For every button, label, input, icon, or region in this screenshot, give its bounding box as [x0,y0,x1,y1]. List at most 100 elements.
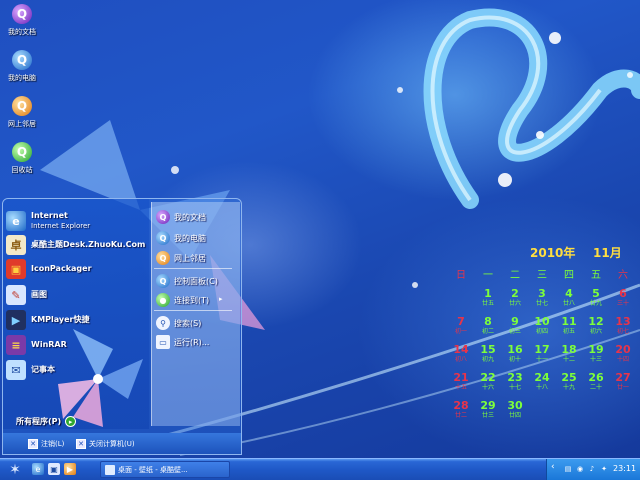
calendar-day-number: 18 [561,343,577,356]
calendar-day[interactable]: 20 十四 [610,344,636,364]
calendar-day[interactable]: 9 初三 [502,316,528,336]
calendar-day[interactable]: 29 廿三 [475,400,501,420]
calendar-weekday: 四 [564,270,574,281]
calendar-day-number: 16 [507,343,523,356]
calendar-day-number: 23 [507,371,523,384]
ie-quicklaunch-icon[interactable]: e [32,463,44,475]
start-item-winrar[interactable]: ≡ WinRAR [6,334,67,356]
calendar-lunar-date: 十八 [535,384,548,391]
start-button[interactable]: ✶ [2,460,28,479]
calendar-day-number: 7 [457,315,465,328]
calendar-weekday: 五 [591,270,601,281]
start-right-my-documents[interactable]: Q 我的文档 [156,208,206,226]
notepad-icon: ✉ [6,360,26,380]
calendar-day[interactable]: 15 初九 [475,344,501,364]
calendar-day[interactable]: 12 初六 [583,316,609,336]
calendar-day-number: 25 [561,371,577,384]
desktop-icon-network[interactable]: Q 网上邻居 [2,96,42,129]
calendar-day[interactable]: 4 廿八 [556,288,582,308]
my-documents-icon: Q [12,4,32,24]
desktop-icon-recycle-bin[interactable]: Q 回收站 [2,142,42,175]
theme-icon: 卓 [6,235,26,255]
shutdown-button[interactable]: ✕ 关闭计算机(U) [76,439,135,449]
start-right-network[interactable]: Q 网上邻居 [156,249,206,267]
start-right-label: 控制面板(C) [174,276,218,286]
logoff-button[interactable]: ✕ 注销(L) [28,439,64,449]
calendar-day[interactable]: 22 十六 [475,372,501,392]
calendar-month: 11月 [593,246,622,260]
calendar-day-number: 15 [480,343,496,356]
media-quicklaunch-icon[interactable]: ▶ [64,463,76,475]
calendar-day[interactable]: 28 廿二 [448,400,474,420]
tray-volume-icon[interactable]: ♪ [587,464,597,474]
all-programs-label: 所有程序(P) [16,417,62,426]
calendar-lunar-date: 初五 [562,328,575,335]
start-right-run[interactable]: ▭ 运行(R)... [156,333,209,351]
calendar-day[interactable]: 6 三十 [610,288,636,308]
tray-keyboard-icon[interactable]: ▤ [563,464,573,474]
calendar-day[interactable]: 18 十二 [556,344,582,364]
start-item-paint[interactable]: ✎ 画图 [6,284,47,306]
calendar-day[interactable]: 1 廿五 [475,288,501,308]
calendar-day-number: 4 [565,287,573,300]
calendar-lunar-date: 初六 [589,328,602,335]
calendar-day[interactable]: 14 初八 [448,344,474,364]
taskbar-window-button[interactable]: 桌面 - 壁纸 - 桌酷壁... [100,461,230,478]
calendar-day[interactable]: 19 十三 [583,344,609,364]
calendar-lunar-date: 初十 [508,356,521,363]
calendar-day[interactable]: 5 廿九 [583,288,609,308]
all-programs-button[interactable]: 所有程序(P) ▸ [16,416,77,427]
system-tray: ‹ ▤ ◉ ♪ ✦ 23:11 [546,459,640,480]
start-item-iconpackager[interactable]: ▣ IconPackager [6,258,92,280]
calendar-day[interactable]: 26 二十 [583,372,609,392]
calendar-day-number: 3 [538,287,546,300]
windows-logo-icon: ✶ [9,461,21,478]
start-right-search[interactable]: ⚲ 搜索(S) [156,314,201,332]
calendar-day[interactable]: 27 廿一 [610,372,636,392]
run-icon: ▭ [156,335,170,349]
show-desktop-icon[interactable]: ▣ [48,463,60,475]
calendar-day[interactable]: 16 初十 [502,344,528,364]
start-item-internet[interactable]: e Internet Internet Explorer [6,210,90,232]
calendar-day[interactable]: 30 廿四 [502,400,528,420]
start-item-notepad[interactable]: ✉ 记事本 [6,359,55,381]
calendar-day[interactable]: 13 初七 [610,316,636,336]
start-right-my-computer[interactable]: Q 我的电脑 [156,229,206,247]
calendar-day[interactable]: 24 十八 [529,372,555,392]
calendar-day[interactable]: 25 十九 [556,372,582,392]
chevron-left-icon[interactable]: ‹ [551,462,555,472]
calendar-day[interactable]: 2 廿六 [502,288,528,308]
start-right-connect-to[interactable]: ● 连接到(T) [156,291,209,309]
start-right-control-panel[interactable]: Q 控制面板(C) [156,272,218,290]
calendar-weekday: 三 [537,270,547,281]
start-right-label: 我的文档 [174,212,206,222]
folder-icon [105,464,115,475]
start-item-title: KMPlayer快捷 [31,315,90,324]
desktop-icon-my-computer[interactable]: Q 我的电脑 [2,50,42,83]
clock[interactable]: 23:11 [613,464,636,473]
start-right-label: 搜索(S) [174,318,202,328]
search-icon: ⚲ [156,316,170,330]
calendar-day[interactable]: 3 廿七 [529,288,555,308]
calendar-day-number: 30 [507,399,523,412]
calendar-day[interactable]: 7 初一 [448,316,474,336]
calendar-day[interactable]: 10 初四 [529,316,555,336]
tray-app-icon[interactable]: ✦ [599,464,609,474]
calendar-day[interactable]: 17 十一 [529,344,555,364]
internet-explorer-icon: e [6,211,26,231]
calendar-lunar-date: 初七 [616,328,629,335]
tray-network-icon[interactable]: ◉ [575,464,585,474]
calendar-lunar-date: 十一 [535,356,548,363]
calendar-day-number: 1 [484,287,492,300]
calendar-day[interactable]: 11 初五 [556,316,582,336]
calendar-day[interactable]: 21 十五 [448,372,474,392]
start-item-theme[interactable]: 卓 桌酷主题Desk.ZhuoKu.Com [6,234,145,256]
calendar-lunar-date: 廿九 [589,300,602,307]
desktop-icon-my-documents[interactable]: Q 我的文档 [2,4,42,37]
start-item-kmplayer[interactable]: ▶ KMPlayer快捷 [6,309,90,331]
calendar-lunar-date: 廿七 [535,300,548,307]
calendar-lunar-date: 初一 [454,328,467,335]
calendar-day[interactable]: 8 初二 [475,316,501,336]
calendar-day[interactable]: 23 十七 [502,372,528,392]
calendar-lunar-date: 十七 [508,384,521,391]
